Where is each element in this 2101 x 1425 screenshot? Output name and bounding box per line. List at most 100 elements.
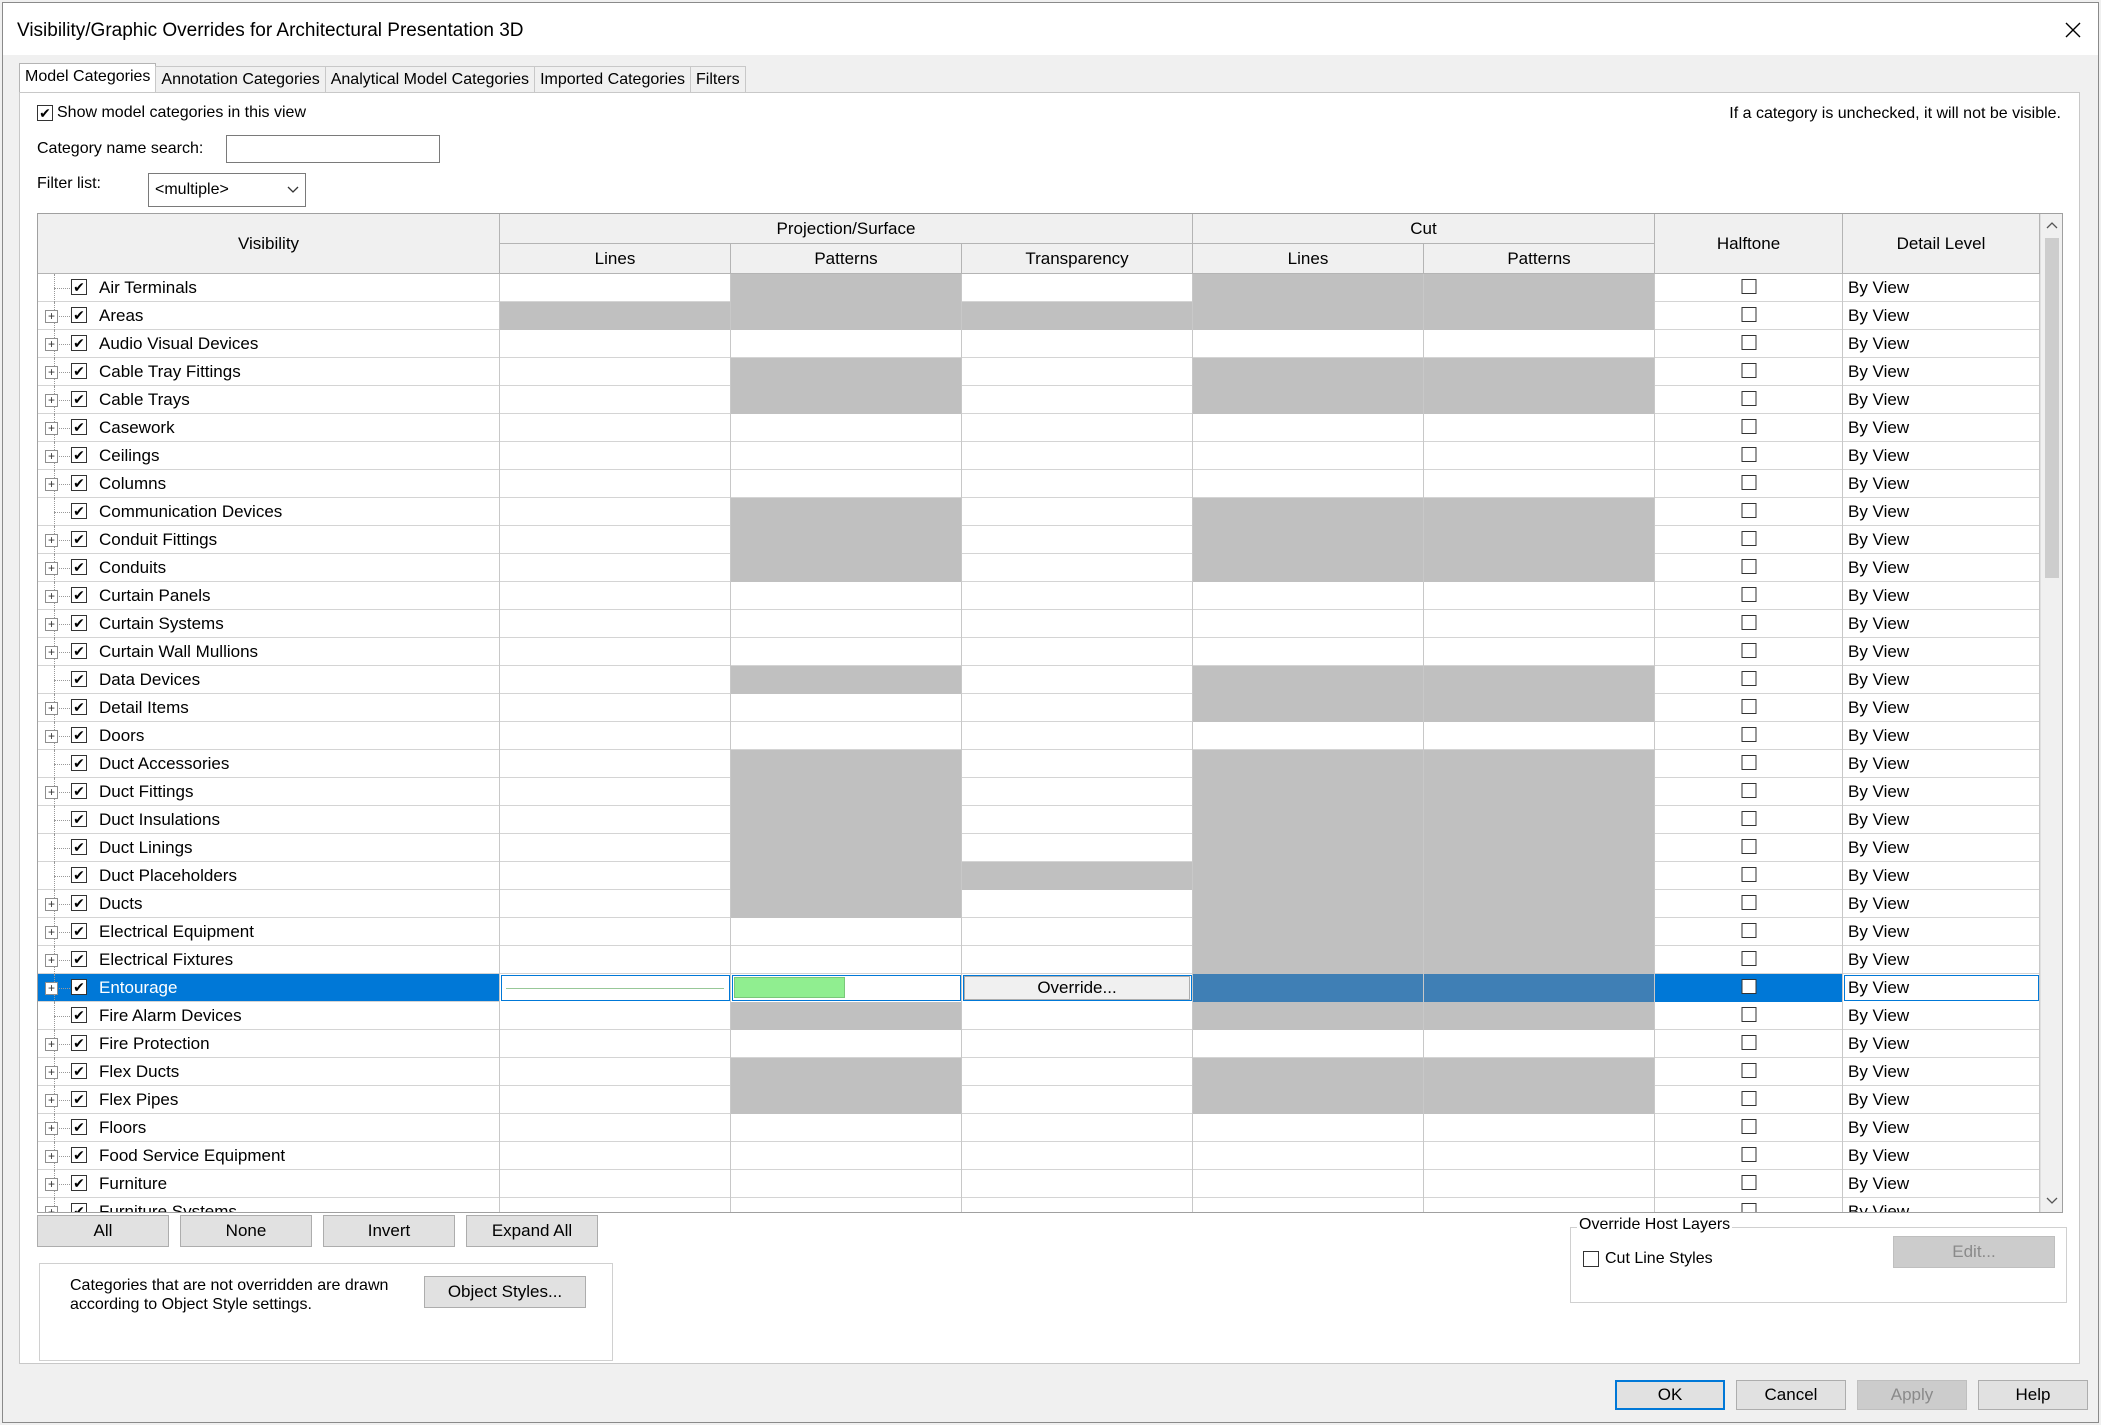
table-row[interactable]: + Fire Protection By View bbox=[38, 1030, 2040, 1058]
detail-level-cell[interactable]: By View bbox=[1843, 498, 2040, 526]
scroll-up-button[interactable] bbox=[2041, 214, 2062, 236]
table-row[interactable]: + Food Service Equipment By View bbox=[38, 1142, 2040, 1170]
projection-patterns-cell[interactable] bbox=[731, 470, 962, 498]
table-row[interactable]: + Cable Trays By View bbox=[38, 386, 2040, 414]
pattern-swatch[interactable] bbox=[734, 977, 845, 998]
plus-box-icon[interactable]: + bbox=[45, 590, 58, 603]
halftone-checkbox[interactable] bbox=[1741, 979, 1756, 994]
detail-level-cell[interactable]: By View bbox=[1843, 918, 2040, 946]
projection-patterns-cell[interactable] bbox=[731, 1198, 962, 1212]
category-name-cell[interactable]: + Fire Protection bbox=[38, 1030, 500, 1058]
table-row[interactable]: Duct Placeholders By View bbox=[38, 862, 2040, 890]
none-button[interactable]: None bbox=[180, 1215, 312, 1247]
projection-patterns-cell[interactable] bbox=[731, 974, 962, 1002]
cut-lines-cell[interactable] bbox=[1193, 1142, 1424, 1170]
projection-lines-cell[interactable] bbox=[500, 694, 731, 722]
projection-patterns-cell[interactable] bbox=[731, 918, 962, 946]
halftone-checkbox[interactable] bbox=[1741, 391, 1756, 406]
category-visibility-checkbox[interactable] bbox=[71, 447, 87, 463]
transparency-cell[interactable] bbox=[962, 806, 1193, 834]
projection-patterns-cell[interactable] bbox=[731, 1142, 962, 1170]
detail-level-cell[interactable]: By View bbox=[1843, 1114, 2040, 1142]
transparency-cell[interactable] bbox=[962, 1114, 1193, 1142]
halftone-checkbox[interactable] bbox=[1741, 307, 1756, 322]
ok-button[interactable]: OK bbox=[1615, 1380, 1725, 1410]
halftone-checkbox[interactable] bbox=[1741, 867, 1756, 882]
all-button[interactable]: All bbox=[37, 1215, 169, 1247]
transparency-cell[interactable] bbox=[962, 414, 1193, 442]
plus-box-icon[interactable]: + bbox=[45, 786, 58, 799]
cut-patterns-cell[interactable] bbox=[1424, 470, 1655, 498]
detail-level-cell[interactable]: By View bbox=[1843, 946, 2040, 974]
halftone-checkbox[interactable] bbox=[1741, 1035, 1756, 1050]
cut-lines-cell[interactable] bbox=[1193, 1030, 1424, 1058]
category-visibility-checkbox[interactable] bbox=[71, 979, 87, 995]
category-visibility-checkbox[interactable] bbox=[71, 335, 87, 351]
detail-level-cell[interactable]: By View bbox=[1843, 414, 2040, 442]
projection-patterns-cell[interactable] bbox=[731, 414, 962, 442]
detail-level-cell[interactable]: By View bbox=[1843, 442, 2040, 470]
detail-level-cell[interactable]: By View bbox=[1843, 638, 2040, 666]
table-row[interactable]: Duct Accessories By View bbox=[38, 750, 2040, 778]
projection-lines-cell[interactable] bbox=[500, 890, 731, 918]
plus-box-icon[interactable]: + bbox=[45, 1066, 58, 1079]
cut-patterns-cell[interactable] bbox=[1424, 610, 1655, 638]
category-name-cell[interactable]: + Cable Tray Fittings bbox=[38, 358, 500, 386]
category-name-cell[interactable]: + Conduits bbox=[38, 554, 500, 582]
category-visibility-checkbox[interactable] bbox=[71, 391, 87, 407]
halftone-checkbox[interactable] bbox=[1741, 783, 1756, 798]
table-row[interactable]: + Curtain Wall Mullions By View bbox=[38, 638, 2040, 666]
projection-lines-cell[interactable] bbox=[500, 974, 731, 1002]
plus-box-icon[interactable]: + bbox=[45, 926, 58, 939]
category-name-cell[interactable]: + Conduit Fittings bbox=[38, 526, 500, 554]
transparency-cell[interactable] bbox=[962, 694, 1193, 722]
category-name-cell[interactable]: + Entourage bbox=[38, 974, 500, 1002]
halftone-checkbox[interactable] bbox=[1741, 447, 1756, 462]
projection-lines-cell[interactable] bbox=[500, 386, 731, 414]
transparency-cell[interactable]: Override... bbox=[962, 974, 1193, 1002]
table-row[interactable]: + Detail Items By View bbox=[38, 694, 2040, 722]
halftone-checkbox[interactable] bbox=[1741, 419, 1756, 434]
filter-list-select[interactable]: <multiple> bbox=[148, 173, 306, 207]
category-name-cell[interactable]: + Curtain Systems bbox=[38, 610, 500, 638]
halftone-checkbox[interactable] bbox=[1741, 559, 1756, 574]
plus-box-icon[interactable]: + bbox=[45, 954, 58, 967]
detail-level-cell[interactable]: By View bbox=[1843, 1198, 2040, 1212]
category-name-cell[interactable]: + Furniture bbox=[38, 1170, 500, 1198]
table-row[interactable]: + Duct Fittings By View bbox=[38, 778, 2040, 806]
scroll-thumb[interactable] bbox=[2045, 238, 2059, 578]
category-name-cell[interactable]: + Cable Trays bbox=[38, 386, 500, 414]
transparency-cell[interactable] bbox=[962, 1170, 1193, 1198]
projection-lines-cell[interactable] bbox=[500, 1198, 731, 1212]
category-name-cell[interactable]: + Flex Ducts bbox=[38, 1058, 500, 1086]
cut-lines-cell[interactable] bbox=[1193, 638, 1424, 666]
cut-lines-cell[interactable] bbox=[1193, 1114, 1424, 1142]
detail-level-cell[interactable]: By View bbox=[1843, 1170, 2040, 1198]
category-visibility-checkbox[interactable] bbox=[71, 559, 87, 575]
transparency-cell[interactable] bbox=[962, 554, 1193, 582]
tab-analytical-model-categories[interactable]: Analytical Model Categories bbox=[324, 66, 536, 93]
plus-box-icon[interactable]: + bbox=[45, 562, 58, 575]
category-visibility-checkbox[interactable] bbox=[71, 1119, 87, 1135]
detail-level-cell[interactable]: By View bbox=[1843, 1142, 2040, 1170]
plus-box-icon[interactable]: + bbox=[45, 338, 58, 351]
cut-lines-cell[interactable] bbox=[1193, 1170, 1424, 1198]
category-search-input[interactable] bbox=[226, 135, 440, 163]
table-row[interactable]: Communication Devices By View bbox=[38, 498, 2040, 526]
projection-lines-cell[interactable] bbox=[500, 470, 731, 498]
cut-lines-cell[interactable] bbox=[1193, 1198, 1424, 1212]
projection-patterns-cell[interactable] bbox=[731, 1030, 962, 1058]
category-name-cell[interactable]: Communication Devices bbox=[38, 498, 500, 526]
tab-imported-categories[interactable]: Imported Categories bbox=[534, 66, 692, 93]
plus-box-icon[interactable]: + bbox=[45, 478, 58, 491]
transparency-cell[interactable] bbox=[962, 582, 1193, 610]
tab-model-categories[interactable]: Model Categories bbox=[19, 63, 157, 93]
plus-box-icon[interactable]: + bbox=[45, 1038, 58, 1051]
detail-level-cell[interactable]: By View bbox=[1843, 778, 2040, 806]
cut-patterns-cell[interactable] bbox=[1424, 1030, 1655, 1058]
projection-lines-cell[interactable] bbox=[500, 442, 731, 470]
detail-level-cell[interactable]: By View bbox=[1843, 666, 2040, 694]
cut-lines-cell[interactable] bbox=[1193, 470, 1424, 498]
category-name-cell[interactable]: + Flex Pipes bbox=[38, 1086, 500, 1114]
transparency-cell[interactable] bbox=[962, 946, 1193, 974]
